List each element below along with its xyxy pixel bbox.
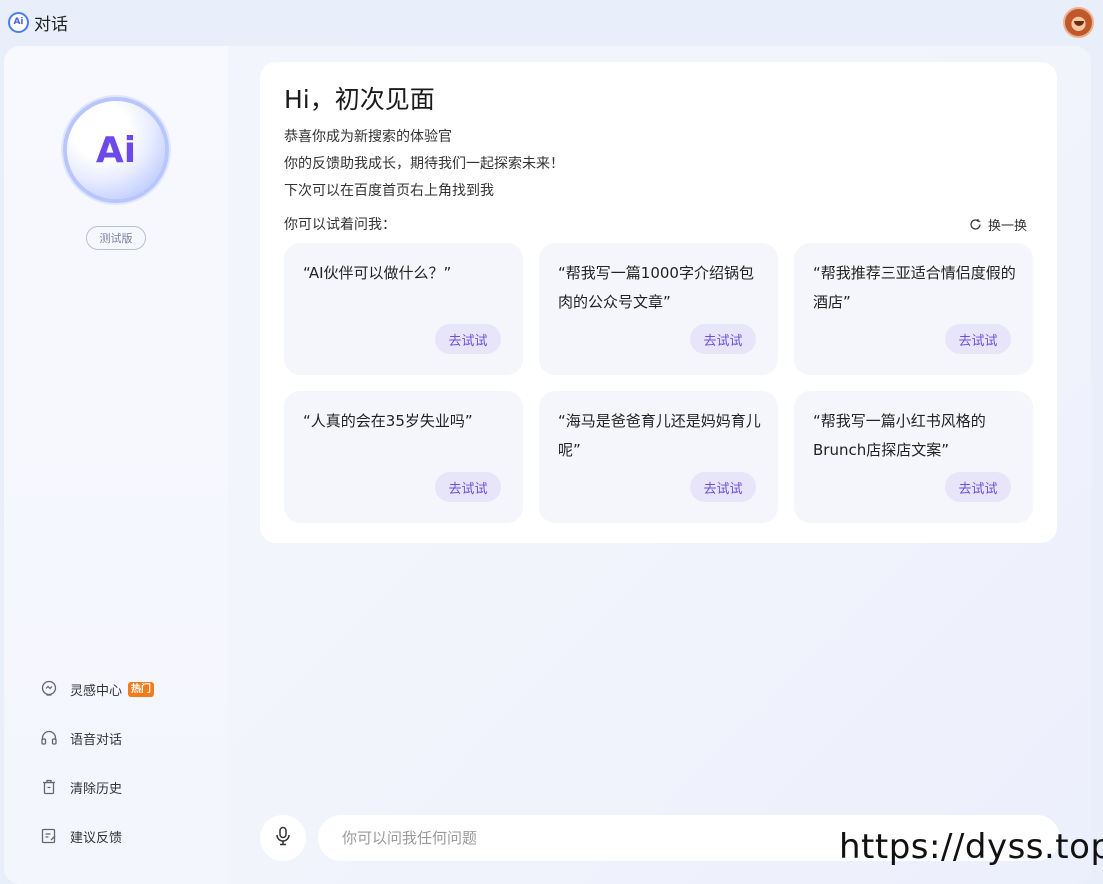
try-button[interactable]: 去试试 bbox=[690, 324, 756, 354]
refresh-button[interactable]: 换一换 bbox=[969, 215, 1027, 234]
ai-logo-icon: Ai bbox=[67, 101, 165, 199]
sidebar-item-label: 建议反馈 bbox=[70, 830, 123, 846]
sidebar: Ai 测试版 灵感中心 热门 语音对话 清除历史 建议反馈 bbox=[4, 46, 228, 884]
version-badge: 测试版 bbox=[86, 226, 146, 250]
main-frame: Ai 测试版 灵感中心 热门 语音对话 清除历史 建议反馈 Hi，初次见面 恭喜… bbox=[4, 46, 1091, 884]
suggestion-card[interactable]: “帮我推荐三亚适合情侣度假的酒店” 去试试 bbox=[794, 243, 1033, 375]
try-button[interactable]: 去试试 bbox=[435, 324, 501, 354]
suggestion-text: “帮我推荐三亚适合情侣度假的酒店” bbox=[813, 264, 1016, 311]
user-avatar[interactable] bbox=[1063, 7, 1094, 38]
intro-line: 你的反馈助我成长，期待我们一起探索未来！ bbox=[284, 156, 564, 172]
suggestion-card[interactable]: “海马是爸爸育儿还是妈妈育儿呢” 去试试 bbox=[539, 391, 778, 523]
hot-badge: 热门 bbox=[128, 681, 155, 697]
welcome-card: Hi，初次见面 恭喜你成为新搜索的体验官 你的反馈助我成长，期待我们一起探索未来… bbox=[260, 62, 1057, 543]
suggestion-text: “海马是爸爸育儿还是妈妈育儿呢” bbox=[558, 412, 761, 459]
suggestion-card[interactable]: “人真的会在35岁失业吗” 去试试 bbox=[284, 391, 523, 523]
app-title: 对话 bbox=[34, 14, 68, 35]
try-button[interactable]: 去试试 bbox=[435, 472, 501, 502]
sidebar-item-label: 语音对话 bbox=[70, 732, 123, 748]
try-button[interactable]: 去试试 bbox=[945, 324, 1011, 354]
refresh-label: 换一换 bbox=[987, 219, 1027, 234]
suggestion-text: “帮我写一篇1000字介绍锅包肉的公众号文章” bbox=[558, 264, 754, 311]
intro-line: 下次可以在百度首页右上角找到我 bbox=[284, 183, 494, 199]
sidebar-item-label: 清除历史 bbox=[70, 781, 123, 797]
intro-line: 恭喜你成为新搜索的体验官 bbox=[284, 129, 452, 145]
suggestion-card[interactable]: “AI伙伴可以做什么？” 去试试 bbox=[284, 243, 523, 375]
sidebar-item-inspiration[interactable]: 灵感中心 热门 bbox=[40, 678, 155, 700]
try-button[interactable]: 去试试 bbox=[945, 472, 1011, 502]
microphone-icon bbox=[274, 826, 292, 850]
sidebar-item-clear-history[interactable]: 清除历史 bbox=[40, 776, 154, 798]
suggestion-cards: “AI伙伴可以做什么？” 去试试 “帮我写一篇1000字介绍锅包肉的公众号文章”… bbox=[284, 243, 1033, 523]
intro-text: 恭喜你成为新搜索的体验官 你的反馈助我成长，期待我们一起探索未来！ 下次可以在百… bbox=[284, 124, 564, 205]
watermark-text: https://dyss.top bbox=[839, 827, 1103, 867]
suggestion-card[interactable]: “帮我写一篇1000字介绍锅包肉的公众号文章” 去试试 bbox=[539, 243, 778, 375]
sidebar-item-label: 灵感中心 bbox=[70, 683, 123, 699]
sidebar-item-voice-chat[interactable]: 语音对话 bbox=[40, 727, 154, 749]
suggestion-text: “人真的会在35岁失业吗” bbox=[303, 412, 473, 430]
greeting-title: Hi，初次见面 bbox=[284, 85, 435, 114]
refresh-icon bbox=[969, 218, 982, 231]
app-logo-icon: Ai bbox=[8, 11, 29, 33]
suggestion-card[interactable]: “帮我写一篇小红书风格的Brunch店探店文案” 去试试 bbox=[794, 391, 1033, 523]
top-bar: Ai 对话 bbox=[0, 0, 1103, 44]
lightbulb-icon bbox=[40, 680, 58, 698]
try-asking-label: 你可以试着问我： bbox=[284, 217, 396, 233]
sidebar-item-feedback[interactable]: 建议反馈 bbox=[40, 825, 154, 847]
sidebar-nav: 灵感中心 热门 语音对话 清除历史 建议反馈 bbox=[40, 678, 155, 874]
trash-icon bbox=[40, 778, 58, 796]
suggestion-text: “帮我写一篇小红书风格的Brunch店探店文案” bbox=[813, 412, 986, 459]
try-button[interactable]: 去试试 bbox=[690, 472, 756, 502]
headphones-icon bbox=[40, 729, 58, 747]
voice-input-button[interactable] bbox=[260, 815, 306, 861]
feedback-edit-icon bbox=[40, 827, 58, 845]
suggestion-text: “AI伙伴可以做什么？” bbox=[303, 264, 452, 282]
